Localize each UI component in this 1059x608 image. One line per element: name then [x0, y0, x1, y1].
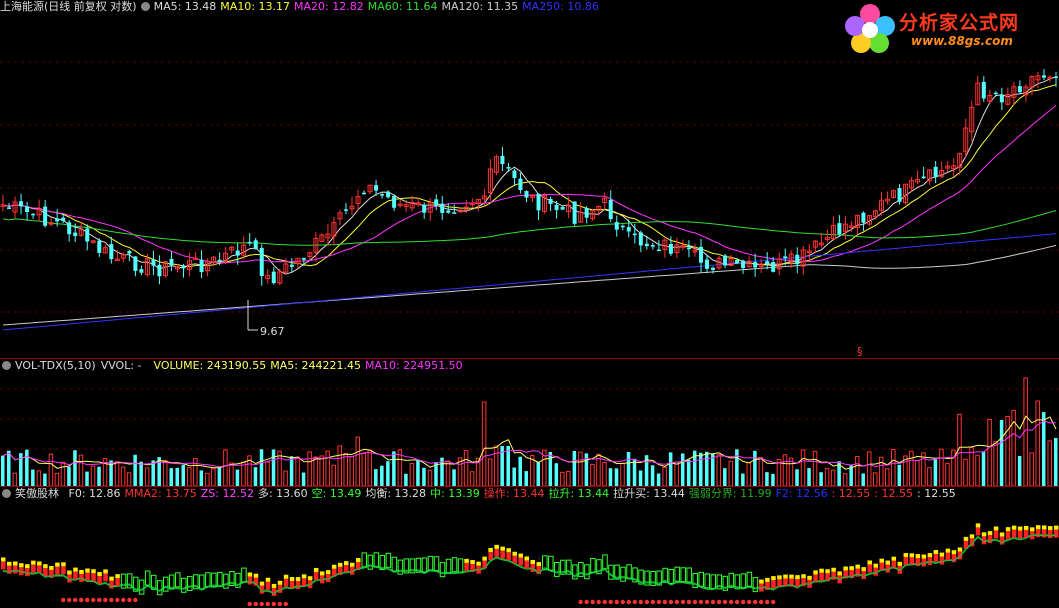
indicator-value-10: 强弱分界: 11.99 — [688, 487, 772, 500]
ma120-label: MA120: 11.35 — [441, 0, 519, 13]
indicator-value-5: 均衡: 13.28 — [365, 487, 427, 500]
indicator-panel[interactable]: 笑傲股林 F0: 12.86 MMA2: 13.75 ZS: 12.52 多: 13.… — [0, 487, 1059, 608]
ma20-label: MA20: 12.82 — [294, 0, 364, 13]
low-price-label: 9.67 — [260, 325, 285, 338]
indicator-value-12: : 12.55 — [831, 487, 871, 500]
indicator-value-11: F2: 12.56 — [775, 487, 828, 500]
indicator-name: 笑傲股林 — [15, 487, 59, 500]
ma10-line — [2, 84, 1057, 268]
indicator-chart[interactable] — [0, 487, 1059, 608]
event-marker[interactable]: § — [857, 345, 863, 358]
volume-panel[interactable]: VOL-TDX(5,10) VVOL: - VOLUME: 243190.55 MA5… — [0, 359, 1059, 486]
site-logo: 分析家公式网 www.88gs.com — [841, 2, 1051, 54]
indicator-value-13: : 12.55 — [874, 487, 914, 500]
indicator-value-14: : 12.55 — [917, 487, 956, 500]
stock-title: 上海能源(日线 前复权 对数) — [0, 0, 137, 13]
indicator-header: 笑傲股林 F0: 12.86 MMA2: 13.75 ZS: 12.52 多: 13.… — [0, 487, 960, 501]
logo-url: www.88gs.com — [911, 34, 1013, 48]
indicator-value-6: 中: 13.39 — [430, 487, 480, 500]
indicator-value-7: 操作: 13.44 — [483, 487, 545, 500]
ma60-line — [2, 210, 1057, 246]
price-panel[interactable]: 上海能源(日线 前复权 对数) MA5: 13.48 MA10: 13.17 MA20… — [0, 0, 1059, 358]
indicator-settings-icon[interactable] — [2, 489, 11, 498]
ma120-line — [2, 244, 1057, 326]
ma250-label: MA250: 10.86 — [522, 0, 599, 13]
price-header: 上海能源(日线 前复权 对数) MA5: 13.48 MA10: 13.17 MA20… — [0, 0, 603, 14]
volume-chart[interactable] — [0, 359, 1059, 486]
ma20-line — [2, 105, 1057, 264]
volume-value: VOLUME: 243190.55 — [153, 359, 267, 372]
indicator-value-3: 多: 13.60 — [257, 487, 308, 500]
indicator-value-1: MMA2: 13.75 — [124, 487, 197, 500]
volume-settings-icon[interactable] — [2, 361, 11, 370]
vol-ma10-label: MA10: 224951.50 — [364, 359, 463, 372]
ma10-label: MA10: 13.17 — [220, 0, 291, 13]
volume-indicator-name: VOL-TDX(5,10) — [15, 359, 96, 372]
ma5-label: MA5: 13.48 — [153, 0, 217, 13]
indicator-value-8: 拉升: 13.44 — [548, 487, 610, 500]
ma60-label: MA60: 11.64 — [367, 0, 438, 13]
settings-icon[interactable] — [140, 2, 150, 11]
ma250-line — [2, 233, 1057, 331]
indicator-value-9: 拉升买: 13.44 — [613, 487, 685, 500]
vvol-label: VVOL: - — [100, 359, 142, 372]
indicator-value-4: 空: 13.49 — [311, 487, 362, 500]
vol-ma5-label: MA5: 244221.45 — [270, 359, 361, 372]
volume-header: VOL-TDX(5,10) VVOL: - VOLUME: 243190.55 MA5… — [0, 359, 467, 373]
flower-logo-icon — [845, 4, 895, 53]
indicator-value-2: ZS: 12.52 — [200, 487, 254, 500]
ma5-line — [2, 76, 1057, 275]
logo-text: 分析家公式网 — [899, 12, 1020, 34]
indicator-value-0: F0: 12.86 — [68, 487, 121, 500]
